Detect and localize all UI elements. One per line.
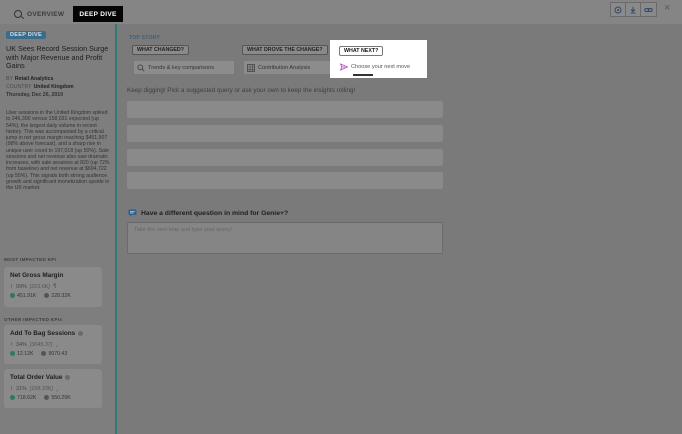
tab-overview[interactable]: OVERVIEW xyxy=(14,6,64,22)
arrow-up-icon: ↑ xyxy=(10,342,13,348)
other-impacted-label: OTHER IMPACTED KPIs xyxy=(4,317,63,322)
what-drove-subtitle: Contribution Analysis xyxy=(244,61,344,74)
kpi-name: Net Gross Margin xyxy=(10,272,64,279)
target-icon[interactable] xyxy=(611,3,626,16)
expected-dot-icon xyxy=(41,351,47,356)
kpi-card[interactable]: Total Order Value ↑ 31% [168.33K] ⸝ 718.… xyxy=(4,369,102,408)
story-date: Thursday, Dec 26, 2019 xyxy=(6,92,63,98)
close-icon[interactable]: × xyxy=(664,2,670,14)
link-icon[interactable] xyxy=(641,3,656,16)
info-icon xyxy=(65,375,71,380)
deep-dive-badge: DEEP DIVE xyxy=(6,31,46,39)
tab-deep-dive[interactable]: DEEP DIVE xyxy=(73,6,123,22)
kpi-name: Total Order Value xyxy=(10,374,71,381)
most-impacted-label: MOST IMPACTED KPI xyxy=(4,257,57,262)
arrow-up-icon: ↑ xyxy=(10,386,13,392)
trend-search-icon xyxy=(137,64,145,72)
story-sidebar: DEEP DIVE UK Sees Record Session Surge w… xyxy=(0,24,117,434)
suggested-query[interactable] xyxy=(127,125,443,142)
top-bar: OVERVIEW DEEP DIVE × xyxy=(0,0,682,24)
question-card-what-next[interactable]: WHAT NEXT? Choose your next move xyxy=(330,40,427,78)
kpi-values: 451.91K 228.32K xyxy=(10,293,71,299)
story-title: UK Sees Record Session Surge with Major … xyxy=(6,44,109,70)
question-card-what-changed[interactable]: WHAT CHANGED? Trends & key comparisons xyxy=(130,44,235,77)
what-drove-button[interactable]: WHAT DROVE THE CHANGE? xyxy=(242,45,328,55)
suggested-query[interactable] xyxy=(127,172,443,189)
trend-icon: ₹ xyxy=(52,284,57,290)
story-body: User sessions in the United Kingdom spik… xyxy=(6,110,110,191)
toolbar-buttons xyxy=(610,2,657,17)
grid-icon xyxy=(247,64,255,72)
tab-overview-label: OVERVIEW xyxy=(27,10,65,18)
arrow-up-icon: ↑ xyxy=(10,283,13,290)
suggested-query[interactable] xyxy=(127,149,443,166)
different-question-heading: Have a different question in mind for Ge… xyxy=(128,209,288,217)
kpi-card[interactable]: Add To Bag Sessions ↑ 34% [3045.37] ⸝ 12… xyxy=(4,325,102,364)
query-input[interactable] xyxy=(127,222,443,254)
what-changed-subtitle: Trends & key comparisons xyxy=(134,61,234,74)
actual-dot-icon xyxy=(10,395,15,400)
meta-author: BY Retail Analytics xyxy=(6,76,54,82)
trend-icon: ⸝ xyxy=(55,343,59,349)
chat-icon xyxy=(128,209,137,217)
active-underline xyxy=(353,74,373,76)
kpi-values: 718.62K 550.29K xyxy=(10,395,71,401)
kpi-change: ↑ 31% [168.33K] ⸝ xyxy=(10,386,59,393)
what-next-subtitle: Choose your next move xyxy=(339,60,423,73)
search-icon xyxy=(14,10,22,18)
kpi-name: Add To Bag Sessions xyxy=(10,330,84,337)
what-changed-button[interactable]: WHAT CHANGED? xyxy=(132,45,189,55)
kpi-change: ↑ 34% [3045.37] ⸝ xyxy=(10,342,59,349)
what-next-button[interactable]: WHAT NEXT? xyxy=(339,46,384,56)
expected-dot-icon xyxy=(44,293,50,298)
info-icon xyxy=(78,331,84,336)
tab-deep-dive-label: DEEP DIVE xyxy=(79,10,117,18)
send-icon xyxy=(340,63,348,71)
kpi-card[interactable]: Net Gross Margin ↑ 99% [223.6K] ₹ 451.91… xyxy=(4,267,102,307)
kpi-change: ↑ 99% [223.6K] ₹ xyxy=(10,283,57,291)
actual-dot-icon xyxy=(10,293,15,298)
top-story-label: TOP STORY xyxy=(129,35,161,41)
kpi-values: 12.12K 9070.43 xyxy=(10,351,67,357)
download-icon[interactable] xyxy=(626,3,641,16)
meta-country: COUNTRY United Kingdom xyxy=(6,84,74,90)
suggested-query[interactable] xyxy=(127,101,443,118)
trend-icon: ⸝ xyxy=(55,387,59,393)
actual-dot-icon xyxy=(10,351,15,356)
expected-dot-icon xyxy=(44,395,50,400)
keep-digging-text: Keep digging! Pick a suggested query or … xyxy=(127,87,356,94)
